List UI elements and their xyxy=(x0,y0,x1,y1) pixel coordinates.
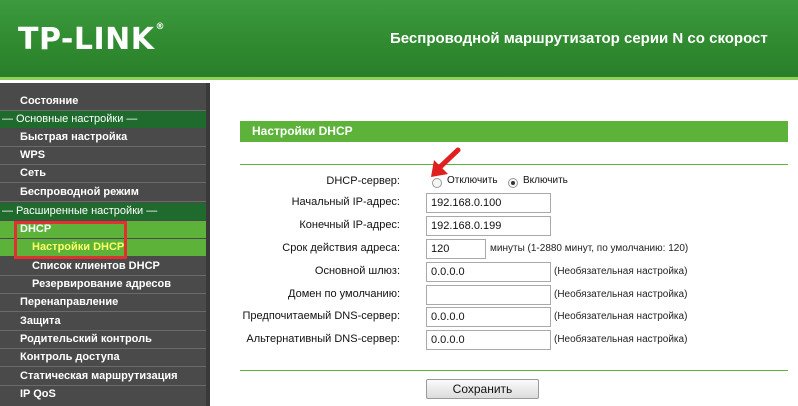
header-banner: TP-LINK® Беспроводной маршрутизатор сери… xyxy=(0,0,798,80)
divider-bottom xyxy=(240,370,788,371)
sidebar-item-dhcp-clients[interactable]: Список клиентов DHCP xyxy=(0,258,206,275)
sidebar-item-forwarding[interactable]: Перенаправление xyxy=(0,294,206,311)
sidebar-item-parental-control[interactable]: Родительский контроль xyxy=(0,331,206,348)
secondary-dns-label: Альтернативный DNS-сервер: xyxy=(246,333,400,345)
sidebar-item-security[interactable]: Защита xyxy=(0,313,206,330)
sidebar-group-advanced: — Расширенные настройки — xyxy=(0,203,206,220)
domain-input[interactable] xyxy=(426,285,551,305)
gateway-input[interactable] xyxy=(426,262,551,282)
start-ip-input[interactable] xyxy=(426,193,551,213)
save-button[interactable]: Сохранить xyxy=(426,379,539,399)
end-ip-input[interactable] xyxy=(426,216,551,236)
primary-dns-input[interactable] xyxy=(426,307,551,327)
primary-dns-label: Предпочитаемый DNS-сервер: xyxy=(242,310,400,322)
lease-time-input[interactable] xyxy=(426,239,486,259)
gateway-label: Основной шлюз: xyxy=(314,265,400,277)
lease-time-hint: минуты (1-2880 минут, по умолчанию: 120) xyxy=(490,243,689,254)
secondary-dns-hint: (Необязательная настройка) xyxy=(554,334,688,345)
start-ip-label: Начальный IP-адрес: xyxy=(291,196,400,208)
red-arrow-icon xyxy=(431,147,461,177)
gateway-hint: (Необязательная настройка) xyxy=(554,266,688,277)
end-ip-label: Конечный IP-адрес: xyxy=(299,219,400,231)
sidebar-item-status[interactable]: Состояние xyxy=(0,93,206,110)
sidebar-item-wireless[interactable]: Беспроводной режим xyxy=(0,184,206,201)
highlight-box xyxy=(14,221,127,259)
main-content: Настройки DHCP DHCP-сервер: Отключить Вк… xyxy=(214,83,798,406)
product-banner-title: Беспроводной маршрутизатор серии N со ск… xyxy=(390,30,768,47)
secondary-dns-input[interactable] xyxy=(426,330,551,350)
sidebar-item-network[interactable]: Сеть xyxy=(0,165,206,182)
sidebar-item-address-reservation[interactable]: Резервирование адресов xyxy=(0,276,206,293)
lease-time-label: Срок действия адреса: xyxy=(282,242,400,254)
sidebar-item-static-routing[interactable]: Статическая маршрутизация xyxy=(0,368,206,385)
sidebar-item-ip-qos[interactable]: IP QoS xyxy=(0,386,206,403)
sidebar-menu: Состояние — Основные настройки — Быстрая… xyxy=(0,83,210,406)
sidebar-group-basic: — Основные настройки — xyxy=(0,111,206,128)
dhcp-enable-label: Включить xyxy=(523,175,568,186)
tp-link-logo: TP-LINK® xyxy=(18,22,166,57)
domain-label: Домен по умолчанию: xyxy=(288,288,400,300)
sidebar-item-wps[interactable]: WPS xyxy=(0,147,206,164)
sidebar-item-access-control[interactable]: Контроль доступа xyxy=(0,349,206,366)
dhcp-enable-radio[interactable] xyxy=(508,178,518,188)
divider-top xyxy=(240,164,788,165)
dhcp-server-label: DHCP-сервер: xyxy=(326,175,400,187)
primary-dns-hint: (Необязательная настройка) xyxy=(554,311,688,322)
domain-hint: (Необязательная настройка) xyxy=(554,289,688,300)
sidebar-item-quick-setup[interactable]: Быстрая настройка xyxy=(0,129,206,146)
section-title: Настройки DHCP xyxy=(240,121,788,142)
